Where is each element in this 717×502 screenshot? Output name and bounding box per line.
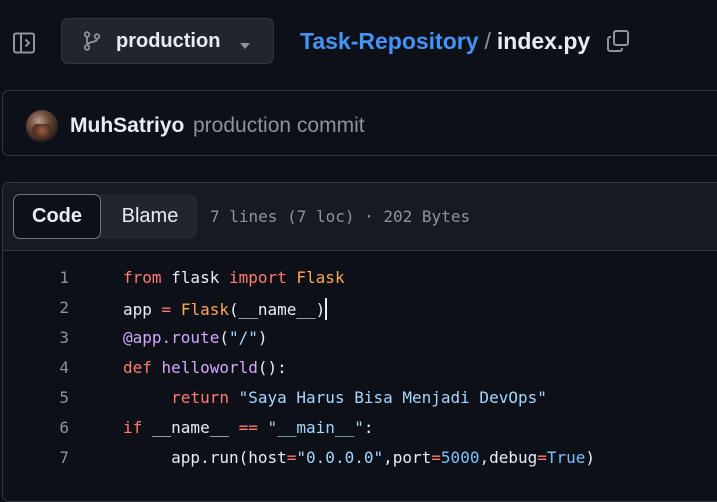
code-token: ( (219, 328, 229, 347)
code-lines: 1 from flask import Flask 2 app = Flask(__n… (3, 263, 717, 473)
line-content: if __name__ == "__main__": (123, 418, 373, 437)
code-line: 1 from flask import Flask (3, 263, 717, 293)
code-line: 7 app.run(host="0.0.0.0",port=5000,debug… (3, 443, 717, 473)
code-token: if (123, 418, 143, 437)
code-token: def (123, 358, 152, 377)
code-viewer: Code Blame 7 lines (7 loc) · 202 Bytes 1… (2, 182, 717, 502)
code-token: ) (585, 448, 596, 467)
line-number[interactable]: 7 (33, 448, 69, 467)
code-token: ) (257, 328, 268, 347)
line-number[interactable]: 3 (33, 328, 69, 347)
code-token: : (363, 418, 374, 437)
commit-author-link[interactable]: MuhSatriyo (70, 114, 184, 138)
tab-code[interactable]: Code (13, 194, 101, 239)
code-token: helloworld (161, 358, 258, 377)
file-header: production Task-Repository / index.py (0, 0, 717, 84)
code-line: 5 return "Saya Harus Bisa Menjadi DevOps… (3, 383, 717, 413)
line-number[interactable]: 6 (33, 418, 69, 437)
code-token: == (238, 418, 258, 437)
text-caret (325, 298, 328, 320)
code-viewer-header: Code Blame 7 lines (7 loc) · 202 Bytes (3, 183, 717, 251)
code-token: app (123, 300, 162, 319)
breadcrumb: Task-Repository / index.py (300, 26, 590, 56)
code-token: = (286, 448, 297, 467)
code-token: (): (257, 358, 287, 377)
commit-message-link[interactable]: production commit (193, 114, 365, 138)
code-token: "0.0.0.0" (296, 448, 384, 467)
line-number[interactable]: 2 (33, 298, 69, 317)
line-content: def helloworld(): (123, 358, 287, 377)
breadcrumb-repo-link[interactable]: Task-Repository (300, 28, 479, 55)
code-token: @app.route (123, 328, 220, 347)
line-number[interactable]: 5 (33, 388, 69, 407)
line-content: from flask import Flask (123, 268, 345, 287)
code-token: = (161, 300, 172, 319)
line-content: app.run(host="0.0.0.0",port=5000,debug=T… (123, 448, 595, 467)
code-token: ,port (383, 448, 432, 467)
breadcrumb-separator: / (484, 27, 491, 54)
code-token: return (171, 388, 229, 407)
code-token: "/" (228, 328, 258, 347)
code-token: app.run(host (123, 448, 287, 467)
git-branch-icon (81, 30, 103, 52)
code-token: ,debug (479, 448, 538, 467)
breadcrumb-file-name: index.py (496, 27, 591, 54)
code-token: "__main__" (267, 418, 364, 437)
code-line: 4 def helloworld(): (3, 353, 717, 383)
code-token: True (546, 448, 586, 467)
code-line: 3 @app.route("/") (3, 323, 717, 353)
code-token: = (537, 448, 547, 467)
branch-name: production (116, 29, 221, 52)
code-token: Flask (180, 300, 229, 319)
line-number[interactable]: 4 (33, 358, 69, 377)
latest-commit-bar: MuhSatriyo production commit (2, 90, 717, 156)
line-content: app = Flask(__name__) (123, 298, 328, 320)
code-token: 5000 (440, 448, 480, 467)
code-token: import (228, 268, 287, 287)
code-token: __name__ (142, 418, 239, 437)
code-token: from (123, 268, 162, 287)
code-token: = (431, 448, 441, 467)
code-line: 2 app = Flask(__name__) (3, 293, 717, 323)
code-token: Flask (296, 268, 345, 287)
file-info: 7 lines (7 loc) · 202 Bytes (210, 207, 471, 226)
branch-selector-button[interactable]: production (61, 18, 274, 64)
line-content: return "Saya Harus Bisa Menjadi DevOps" (123, 388, 547, 407)
code-token: "Saya Harus Bisa Menjadi DevOps" (238, 388, 547, 407)
code-line: 6 if __name__ == "__main__": (3, 413, 717, 443)
sidebar-toggle-icon[interactable] (12, 31, 36, 55)
tab-blame[interactable]: Blame (103, 194, 197, 239)
line-number[interactable]: 1 (33, 268, 69, 287)
avatar[interactable] (26, 110, 58, 142)
copy-path-icon[interactable] (604, 27, 632, 55)
line-content: @app.route("/") (123, 328, 268, 347)
code-token: (__name__) (228, 300, 326, 319)
view-toggle: Code Blame (13, 194, 197, 239)
code-token: flask (161, 268, 229, 287)
chevron-down-icon (239, 37, 251, 55)
